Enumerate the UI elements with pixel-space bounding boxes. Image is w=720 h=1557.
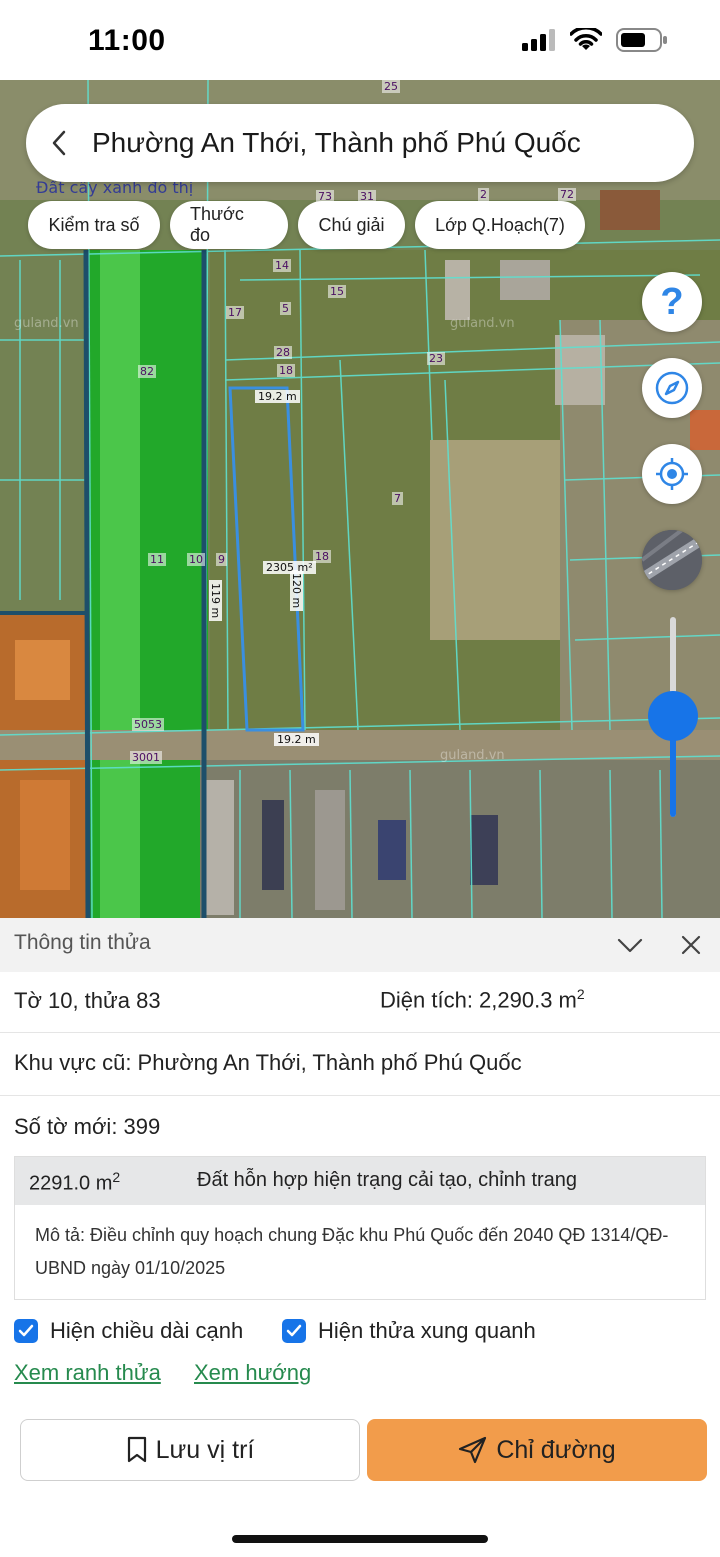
check-number-chip[interactable]: Kiểm tra số (28, 201, 160, 249)
chevron-left-icon (52, 130, 66, 156)
lot-number: 15 (328, 285, 346, 298)
planning-layer-chip[interactable]: Lớp Q.Hoạch(7) (415, 201, 585, 249)
dimension-top: 19.2 m (255, 390, 300, 403)
back-button[interactable] (26, 104, 92, 182)
parcel-area-label: 2305 m² (263, 561, 316, 574)
view-direction-link[interactable]: Xem hướng (194, 1360, 311, 1386)
lot-number: 5 (280, 302, 291, 315)
old-area-row: Khu vực cũ: Phường An Thới, Thành phố Ph… (0, 1033, 720, 1096)
crosshair-icon (656, 458, 688, 490)
lot-number: 2 (478, 188, 489, 201)
planning-zone-box: 2291.0 m2 Đất hỗn hợp hiện trạng cải tạo… (14, 1156, 706, 1300)
show-edge-length-checkbox[interactable] (14, 1319, 38, 1343)
chevron-down-icon[interactable] (616, 932, 644, 958)
lot-number: 14 (273, 259, 291, 272)
lot-number: 18 (313, 550, 331, 563)
lot-number: 17 (226, 306, 244, 319)
map-watermark: guland.vn (440, 748, 505, 763)
show-neighbors-option[interactable]: Hiện thửa xung quanh (282, 1318, 536, 1344)
area-text: Diện tích: 2,290.3 m (380, 987, 577, 1013)
locate-button[interactable] (642, 444, 702, 504)
lot-number: 23 (427, 352, 445, 365)
help-button[interactable]: ? (642, 272, 702, 332)
view-boundary-link[interactable]: Xem ranh thửa (14, 1360, 161, 1386)
dimension-right: 120 m (290, 570, 303, 612)
ruler-chip[interactable]: Thước đo (170, 201, 288, 249)
show-edge-length-option[interactable]: Hiện chiều dài cạnh (14, 1318, 243, 1344)
status-icons (522, 28, 668, 52)
status-time: 11:00 (88, 24, 166, 57)
save-location-button[interactable]: Lưu vị trí (20, 1419, 360, 1481)
zoom-slider-knob[interactable] (648, 691, 698, 741)
parcel-info-panel: Thông tin thửa Tờ 10, thửa 83 Diện tích:… (0, 918, 720, 1557)
home-indicator[interactable] (232, 1535, 488, 1543)
dimension-left: 119 m (209, 580, 222, 622)
check-icon (18, 1324, 34, 1337)
wifi-icon (570, 28, 602, 50)
show-neighbors-checkbox[interactable] (282, 1319, 306, 1343)
legend-chip[interactable]: Chú giải (298, 201, 405, 249)
area-value: Diện tích: 2,290.3 m2 (380, 986, 585, 1013)
map-watermark: guland.vn (450, 316, 515, 331)
lot-number: 18 (277, 364, 295, 377)
lot-number: 28 (274, 346, 292, 359)
new-sheet-row: Số tờ mới: 399 (0, 1096, 720, 1156)
lot-number: 9 (216, 553, 227, 566)
status-bar: 11:00 (0, 0, 720, 80)
question-icon: ? (660, 280, 684, 323)
zone-area: 2291.0 m2 (29, 1169, 120, 1196)
close-icon[interactable] (678, 932, 704, 958)
toolbar-chips: Kiểm tra số Thước đo Chú giải Lớp Q.Hoạc… (28, 201, 585, 249)
old-area: Khu vực cũ: Phường An Thới, Thành phố Ph… (14, 1050, 522, 1075)
show-edge-length-label: Hiện chiều dài cạnh (50, 1318, 244, 1343)
bookmark-icon (127, 1436, 146, 1463)
lot-number: 3001 (130, 751, 162, 764)
planning-zone-header: 2291.0 m2 Đất hỗn hợp hiện trạng cải tạo… (15, 1157, 705, 1205)
map-layer-thumbnail-icon (642, 530, 702, 590)
location-header: Phường An Thới, Thành phố Phú Quốc (26, 104, 694, 182)
map-type-button[interactable] (642, 530, 702, 590)
signal-icon (522, 29, 555, 51)
directions-button[interactable]: Chỉ đường (367, 1419, 707, 1481)
lot-number: 11 (148, 553, 166, 566)
page-title: Phường An Thới, Thành phố Phú Quốc (92, 127, 581, 158)
directions-label: Chỉ đường (496, 1435, 616, 1464)
dimension-bottom: 19.2 m (274, 733, 319, 746)
lot-number: 25 (382, 80, 400, 93)
new-sheet: Số tờ mới: 399 (14, 1114, 161, 1139)
compass-icon (655, 371, 689, 405)
zone-area-text: 2291.0 m (29, 1172, 113, 1195)
lot-number: 5053 (132, 718, 164, 731)
show-neighbors-label: Hiện thửa xung quanh (318, 1318, 536, 1343)
panel-title: Thông tin thửa (14, 931, 151, 954)
lot-number: 72 (558, 188, 576, 201)
lot-number: 10 (187, 553, 205, 566)
sheet-parcel: Tờ 10, thửa 83 (14, 988, 161, 1013)
zone-description: Mô tả: Điều chỉnh quy hoạch chung Đặc kh… (35, 1225, 669, 1278)
parcel-row: Tờ 10, thửa 83 Diện tích: 2,290.3 m2 (0, 972, 720, 1033)
send-icon (459, 1436, 487, 1464)
lot-number: 82 (138, 365, 156, 378)
panel-header: Thông tin thửa (0, 918, 720, 972)
area-unit-sup: 2 (576, 986, 585, 1002)
compass-button[interactable] (642, 358, 702, 418)
lot-number: 7 (392, 492, 403, 505)
battery-icon (616, 28, 667, 52)
save-location-label: Lưu vị trí (155, 1435, 255, 1464)
zone-area-sup: 2 (112, 1169, 121, 1185)
zone-type: Đất hỗn hợp hiện trạng cải tạo, chỉnh tr… (197, 1169, 578, 1191)
map-watermark: guland.vn (14, 316, 79, 331)
check-icon (286, 1324, 302, 1337)
